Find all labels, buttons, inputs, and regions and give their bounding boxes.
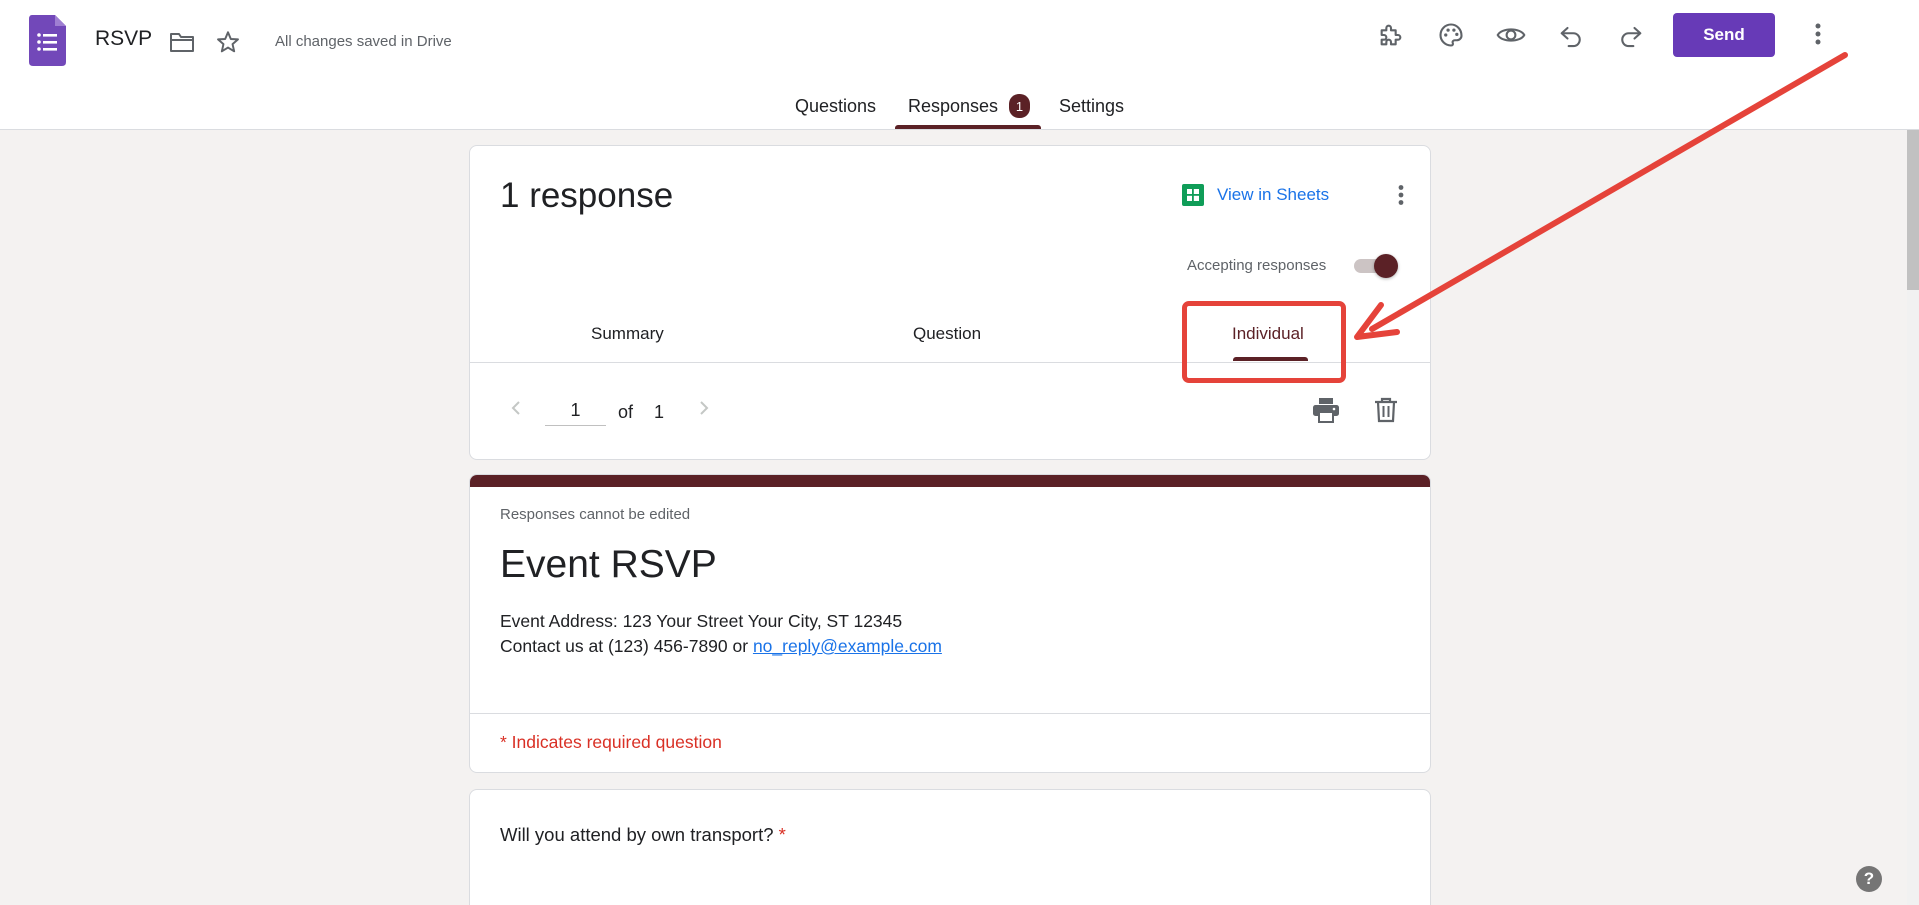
active-subtab-indicator (1233, 357, 1308, 361)
response-count: 1 response (500, 176, 674, 215)
form-header-card: Responses cannot be edited Event RSVP Ev… (469, 474, 1431, 773)
star-icon[interactable] (213, 27, 243, 57)
pager-total: 1 (654, 402, 665, 422)
active-tab-indicator (895, 125, 1041, 129)
question-text: Will you attend by own transport? (500, 824, 774, 845)
contact-line: Contact us at (123) 456-7890 or no_reply… (500, 634, 942, 659)
accepting-responses-label: Accepting responses (1187, 257, 1327, 274)
print-icon[interactable] (1309, 393, 1343, 427)
subtab-summary[interactable]: Summary (591, 324, 664, 344)
question-title: Will you attend by own transport? * (500, 824, 786, 846)
tab-questions[interactable]: Questions (795, 96, 876, 117)
tab-responses[interactable]: Responses (908, 96, 998, 117)
required-asterisk: * (778, 824, 786, 845)
responses-count-badge: 1 (1009, 94, 1030, 118)
form-divider (470, 713, 1430, 714)
app-header: RSVP All changes saved in Drive Send Que… (0, 0, 1919, 130)
document-title[interactable]: RSVP (95, 27, 152, 51)
scrollbar-thumb[interactable] (1907, 130, 1919, 290)
send-button[interactable]: Send (1673, 13, 1775, 57)
form-title: Event RSVP (500, 543, 717, 586)
contact-email-link[interactable]: no_reply@example.com (753, 636, 942, 656)
undo-icon[interactable] (1556, 20, 1586, 50)
help-icon[interactable]: ? (1856, 866, 1882, 892)
previous-response-icon[interactable] (504, 396, 528, 420)
view-in-sheets-button[interactable]: View in Sheets (1182, 184, 1329, 206)
redo-icon[interactable] (1616, 20, 1646, 50)
question-card: Will you attend by own transport? * (469, 789, 1431, 905)
tab-settings[interactable]: Settings (1059, 96, 1124, 117)
subtab-individual[interactable]: Individual (1232, 324, 1304, 344)
pager-of-label: of (618, 402, 634, 422)
next-response-icon[interactable] (692, 396, 716, 420)
responses-more-icon[interactable] (1389, 180, 1413, 210)
card-divider (470, 362, 1430, 363)
subtab-question[interactable]: Question (913, 324, 981, 344)
save-status: All changes saved in Drive (275, 33, 452, 50)
view-in-sheets-label: View in Sheets (1217, 185, 1330, 204)
preview-eye-icon[interactable] (1496, 20, 1526, 50)
event-address: Event Address: 123 Your Street Your City… (500, 611, 903, 631)
contact-prefix: Contact us at (123) 456-7890 or (500, 636, 753, 656)
palette-icon[interactable] (1436, 20, 1466, 50)
addon-puzzle-icon[interactable] (1376, 20, 1406, 50)
more-vert-icon[interactable] (1803, 19, 1833, 49)
sheets-icon (1182, 184, 1204, 206)
delete-response-icon[interactable] (1369, 393, 1403, 427)
required-question-note: * Indicates required question (500, 732, 722, 752)
response-page-input[interactable] (545, 396, 606, 426)
responses-card: 1 response View in Sheets Accepting resp… (469, 145, 1431, 460)
forms-logo-icon[interactable] (29, 15, 66, 66)
toggle-knob (1374, 254, 1398, 278)
folder-icon[interactable] (167, 27, 197, 57)
not-editable-note: Responses cannot be edited (500, 506, 691, 523)
form-description: Event Address: 123 Your Street Your City… (500, 609, 942, 659)
form-theme-bar (470, 475, 1430, 487)
accepting-responses-toggle[interactable] (1354, 253, 1400, 279)
